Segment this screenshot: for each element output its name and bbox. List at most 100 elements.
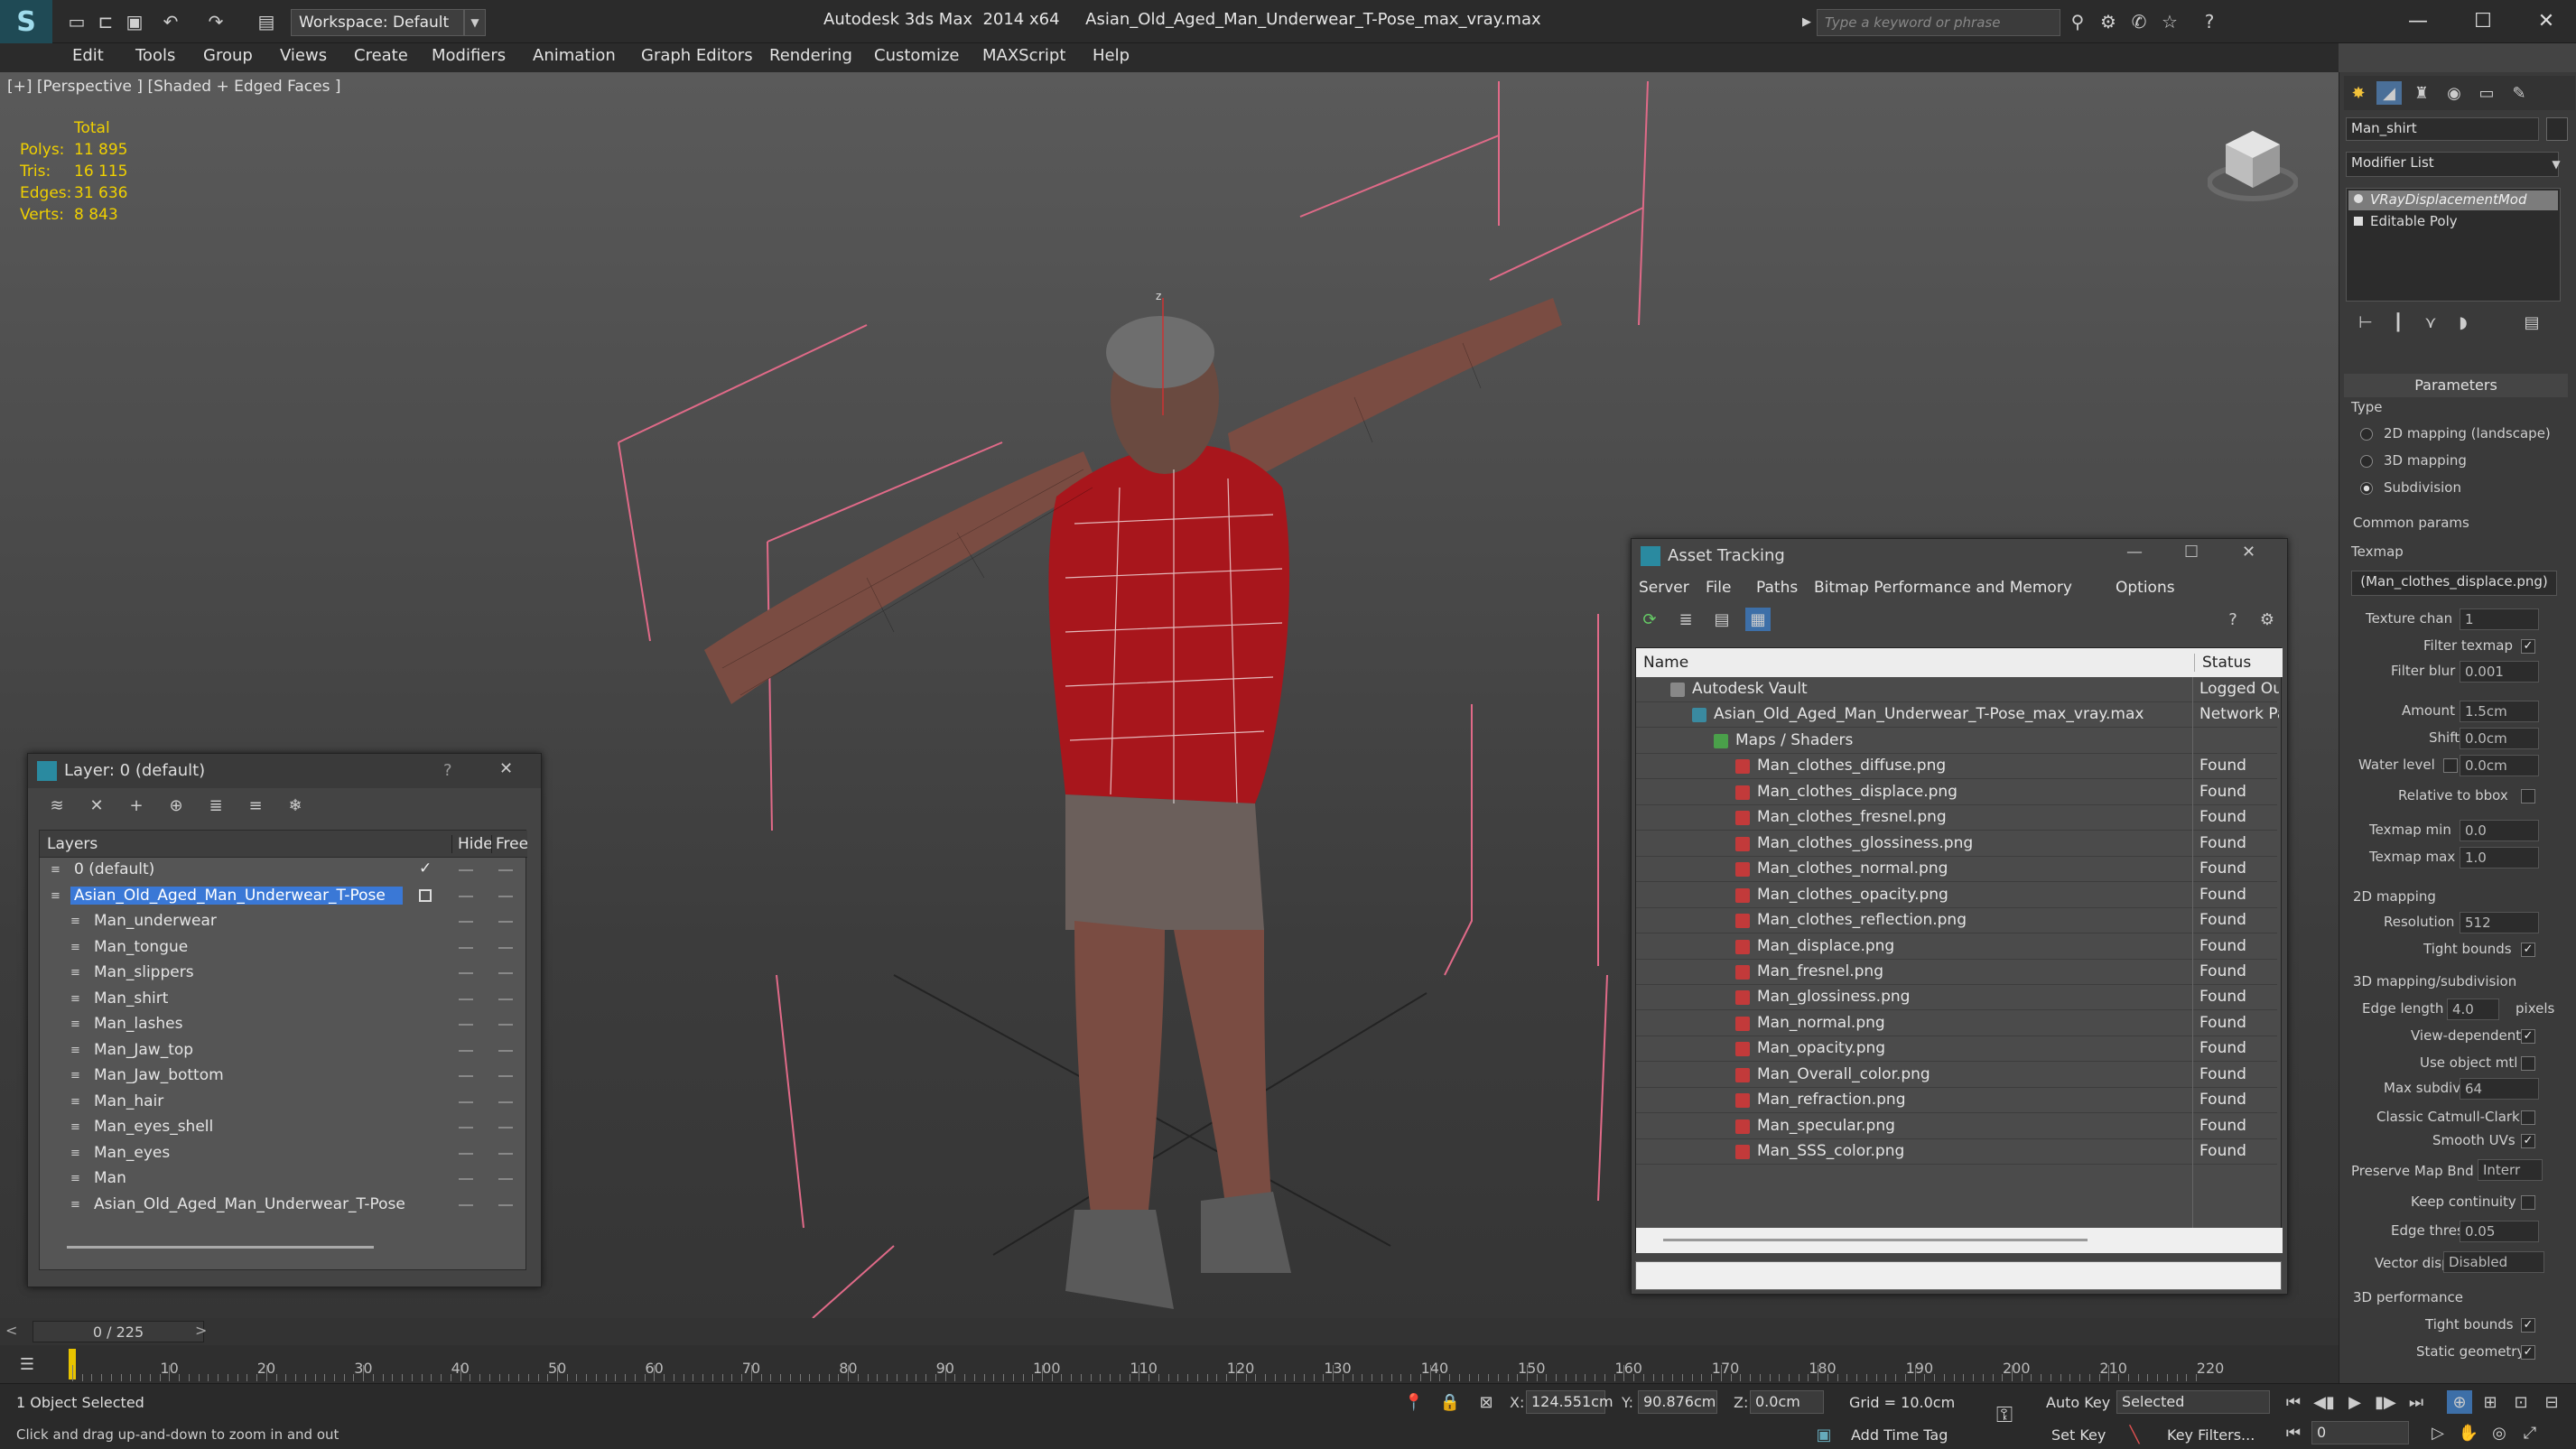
help-icon[interactable]: ? (443, 761, 452, 780)
layer-name[interactable]: Asian_Old_Aged_Man_Underwear_T-Pose (90, 1195, 409, 1213)
static-geometry-label[interactable]: Static geometry (2416, 1343, 2525, 1360)
layer-hide-toggle[interactable] (459, 1049, 473, 1052)
layer-name[interactable]: Man_tongue (90, 938, 191, 956)
texmap-min-field[interactable]: 0.0 (2460, 820, 2539, 841)
layer-freeze-toggle[interactable] (498, 1178, 513, 1180)
zoom-extents-all-icon[interactable]: ⊟ (2539, 1390, 2564, 1414)
radio-3d-mapping-label[interactable]: 3D mapping (2384, 452, 2467, 469)
close-button[interactable]: ✕ (2519, 5, 2573, 36)
water-level-checkbox[interactable] (2443, 758, 2458, 773)
layer-name[interactable]: Man_Jaw_bottom (90, 1066, 228, 1084)
layer-hide-toggle[interactable] (459, 1203, 473, 1206)
layer-freeze-toggle[interactable] (498, 998, 513, 1000)
layer-row[interactable]: ≡ Asian_Old_Aged_Man_Underwear_T-Pose (40, 884, 572, 909)
new-file-icon[interactable]: ▭ (65, 11, 88, 33)
create-tab-icon[interactable]: ✸ (2346, 81, 2371, 105)
edge-length-field[interactable]: 4.0 (2447, 999, 2499, 1020)
edge-thresh-field[interactable]: 0.05 (2460, 1221, 2539, 1242)
go-to-end-icon[interactable]: ⏭ (2404, 1390, 2429, 1414)
layer-freeze-toggle[interactable] (498, 1024, 513, 1026)
zoom-extents-icon[interactable]: ⊡ (2508, 1390, 2534, 1414)
orbit-icon[interactable]: ◎ (2487, 1421, 2512, 1444)
radio-2d-mapping-label[interactable]: 2D mapping (landscape) (2384, 425, 2551, 441)
smooth-uvs-label[interactable]: Smooth UVs (2432, 1132, 2516, 1148)
layer-name[interactable]: Man_eyes_shell (90, 1118, 217, 1136)
asset-row[interactable]: Man_refraction.png Found (1636, 1088, 2277, 1114)
view-dependent-checkbox[interactable]: ✓ (2521, 1029, 2535, 1044)
x-coordinate-field[interactable]: 124.551cm (1526, 1390, 1613, 1414)
lightbulb-icon[interactable] (2354, 194, 2363, 203)
filter-texmap-label[interactable]: Filter texmap (2423, 637, 2513, 654)
layer-freeze-toggle[interactable] (498, 921, 513, 923)
time-config-icon[interactable]: ⏮ (2281, 1421, 2306, 1444)
layer-name[interactable]: Man_slippers (90, 963, 198, 981)
app-logo-icon[interactable]: S (0, 0, 52, 43)
layer-name[interactable]: Man_Jaw_top (90, 1041, 197, 1059)
radio-2d-mapping[interactable] (2360, 428, 2373, 441)
detail-view-icon[interactable]: ▤ (1709, 608, 1734, 631)
asset-row[interactable]: Man_Overall_color.png Found (1636, 1063, 2277, 1088)
menu-views[interactable]: Views (280, 46, 327, 65)
asset-row[interactable]: Man_fresnel.png Found (1636, 960, 2277, 985)
asset-row[interactable]: Man_normal.png Found (1636, 1011, 2277, 1036)
modifier-vray-displacement[interactable]: VRayDisplacementMod (2348, 190, 2558, 210)
layer-name[interactable]: Man_hair (90, 1092, 167, 1110)
select-objects-icon[interactable]: ⊕ (163, 794, 189, 817)
absolute-mode-icon[interactable]: ⊠ (1474, 1390, 1499, 1414)
asset-row[interactable]: Man_clothes_displace.png Found (1636, 780, 2277, 805)
vector-displ-dropdown[interactable]: Disabled (2443, 1251, 2544, 1273)
asset-row[interactable]: Man_displace.png Found (1636, 934, 2277, 960)
layer-hide-toggle[interactable] (459, 869, 473, 871)
asset-name[interactable]: Man_clothes_fresnel.png (1757, 808, 2181, 826)
zoom-all-icon[interactable]: ⊞ (2478, 1390, 2503, 1414)
maximize-viewport-icon[interactable]: ⤢ (2517, 1421, 2543, 1444)
layer-freeze-toggle[interactable] (498, 1203, 513, 1206)
layer-name[interactable]: 0 (default) (70, 860, 158, 878)
layer-freeze-toggle[interactable] (498, 869, 513, 871)
z-coordinate-field[interactable]: 0.0cm (1750, 1390, 1824, 1414)
layer-freeze-toggle[interactable] (498, 1075, 513, 1077)
layer-name[interactable]: Man (90, 1169, 130, 1187)
radio-subdivision[interactable] (2360, 482, 2373, 495)
layer-row[interactable]: ≡ Man_underwear (40, 909, 572, 934)
texmap-max-field[interactable]: 1.0 (2460, 847, 2539, 868)
communication-icon[interactable]: ✆ (2127, 11, 2151, 33)
asset-name[interactable]: Man_glossiness.png (1757, 988, 2181, 1006)
menu-rendering[interactable]: Rendering (769, 46, 852, 65)
layer-name[interactable]: Man_lashes (90, 1015, 186, 1033)
close-icon[interactable]: ✕ (499, 759, 513, 778)
layer-row[interactable]: ≡ Man_eyes (40, 1141, 572, 1166)
make-unique-icon[interactable]: ⋎ (2418, 311, 2443, 334)
asset-path-field[interactable] (1635, 1261, 2282, 1290)
asset-row[interactable]: Asian_Old_Aged_Man_Underwear_T-Pose_max_… (1636, 702, 2279, 729)
help-icon[interactable]: ? (2220, 608, 2246, 631)
asset-name[interactable]: Man_refraction.png (1757, 1091, 2181, 1109)
next-frame-icon[interactable]: > (195, 1322, 207, 1339)
menu-maxscript[interactable]: MAXScript (982, 46, 1065, 65)
radio-3d-mapping[interactable] (2360, 455, 2373, 468)
layer-row[interactable]: ≡ Man_lashes (40, 1012, 572, 1037)
col-layers[interactable]: Layers (47, 835, 98, 853)
catmull-clark-checkbox[interactable] (2521, 1110, 2535, 1125)
layer-hide-toggle[interactable] (459, 1152, 473, 1155)
layer-freeze-toggle[interactable] (498, 972, 513, 974)
subscription-icon[interactable]: ⚙ (2097, 11, 2120, 33)
field-of-view-icon[interactable]: ▷ (2425, 1421, 2450, 1444)
asset-name[interactable]: Man_specular.png (1757, 1117, 2181, 1135)
layer-row[interactable]: ≡ Man_hair (40, 1090, 572, 1115)
filter-blur-field[interactable]: 0.001 (2460, 661, 2539, 683)
layer-freeze-toggle[interactable] (498, 1127, 513, 1129)
undo-icon[interactable]: ↶ (159, 11, 182, 33)
refresh-icon[interactable]: ⟳ (1637, 608, 1662, 631)
show-end-result-icon[interactable]: ┃ (2385, 311, 2411, 334)
layer-row[interactable]: ≡ 0 (default) ✓ (40, 858, 572, 883)
layer-freeze-toggle[interactable] (498, 1152, 513, 1155)
modify-tab-icon[interactable]: ◢ (2376, 81, 2402, 105)
scrollbar-thumb[interactable] (1663, 1239, 2088, 1241)
expand-icon[interactable] (2354, 217, 2363, 226)
tight-bounds-label[interactable]: Tight bounds (2423, 941, 2512, 957)
preserve-map-dropdown[interactable]: Interr (2478, 1159, 2543, 1181)
keep-continuity-checkbox[interactable] (2521, 1195, 2535, 1210)
asset-name[interactable]: Man_clothes_diffuse.png (1757, 757, 2181, 775)
amount-field[interactable]: 1.5cm (2460, 701, 2539, 722)
